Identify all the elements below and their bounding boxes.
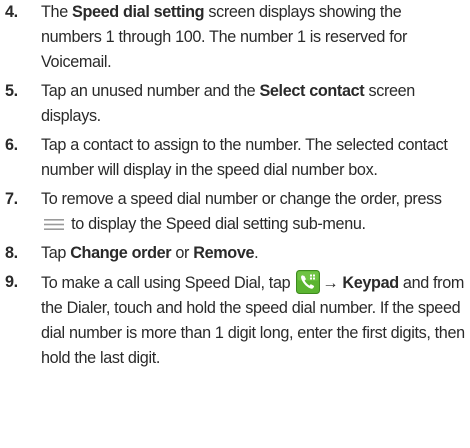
- menu-icon: [44, 219, 64, 230]
- step-5: 5. Tap an unused number and the Select c…: [0, 79, 470, 129]
- step-text: To make a call using Speed Dial, tap: [41, 274, 295, 292]
- step-text: To remove a speed dial number or change …: [41, 190, 442, 208]
- step-text: or: [171, 244, 194, 262]
- phone-app-icon: [296, 270, 321, 294]
- step-number: 4.: [5, 3, 18, 21]
- step-text: Tap an unused number and the: [41, 82, 260, 100]
- bold-term: Change order: [70, 244, 172, 262]
- step-number: 8.: [5, 244, 18, 262]
- arrow-icon: →: [322, 274, 339, 292]
- step-6: 6. Tap a contact to assign to the number…: [0, 133, 470, 183]
- step-7: 7. To remove a speed dial number or chan…: [0, 187, 470, 237]
- bold-term: Keypad: [342, 274, 399, 292]
- step-4: 4. The Speed dial setting screen display…: [0, 0, 470, 75]
- step-number: 9.: [5, 273, 18, 291]
- bold-term: Remove: [193, 244, 255, 262]
- step-8: 8. Tap Change order or Remove.: [0, 241, 470, 266]
- step-number: 7.: [5, 190, 18, 208]
- step-text: Tap a contact to assign to the number. T…: [41, 136, 448, 179]
- step-text: Tap: [41, 244, 71, 262]
- step-text: to display the Speed dial setting sub-me…: [67, 215, 366, 233]
- step-9: 9. To make a call using Speed Dial, tap …: [0, 270, 470, 371]
- bold-term: Select contact: [259, 82, 365, 100]
- step-text: .: [254, 244, 259, 262]
- step-number: 6.: [5, 136, 18, 154]
- bold-term: Speed dial setting: [72, 3, 205, 21]
- instruction-list: 4. The Speed dial setting screen display…: [0, 0, 470, 375]
- step-text: The: [41, 3, 72, 21]
- step-number: 5.: [5, 82, 18, 100]
